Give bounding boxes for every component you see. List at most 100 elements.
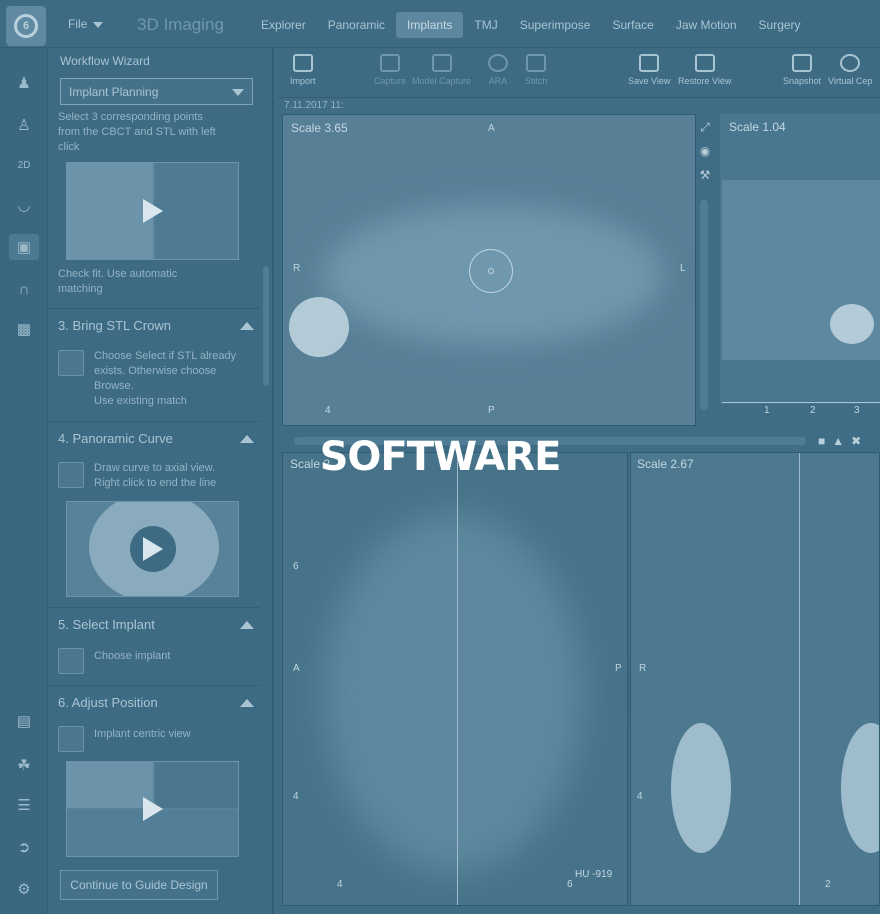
model-capture-icon [431,54,452,72]
axial-slice-scrollbar[interactable] [700,200,708,410]
wizard-scrollbar[interactable] [262,118,270,898]
ruler-label: 2 [810,405,816,416]
virtual-ceph-button[interactable]: Virtual Cep [828,54,872,86]
restore-view-button[interactable]: Restore View [678,54,731,86]
app-title: 3D Imaging [137,15,224,34]
scrollbar-thumb[interactable] [263,266,269,386]
person-icon[interactable]: ♙ [9,112,39,138]
orientation-right: R [293,263,301,274]
toolbar: Import Capture Model Capture ARA Stitch … [278,48,880,98]
logo-icon: 6 [14,14,38,38]
capture-button[interactable]: Capture [374,54,406,86]
stitch-icon [526,54,547,72]
instruction-line: Check fit. Use automatic [58,268,178,280]
chevron-up-icon [240,322,254,330]
depth-tick: 6 [293,561,299,572]
expand-icon[interactable]: ⤢ [698,120,712,134]
file-menu[interactable]: File [68,17,104,31]
icon-rail: ♟ ♙ 2D ◡ ▣ ∩ ▩ ▤ ☘ ☰ ➲ ⚙ [0,48,48,914]
wizard-title: Workflow Wizard [60,54,150,68]
select-stl-icon[interactable] [58,350,84,376]
video-thumbnail-position[interactable] [66,761,239,857]
hu-readout: HU -919 [575,869,613,880]
thumbnail-image [155,163,238,259]
stitch-button[interactable]: Stitch [525,54,548,86]
instruction-line: click [58,141,80,153]
axial-tick: 4 [325,405,331,416]
cross-section-right-viewport[interactable]: Scale 2.67 R 4 2 [630,452,880,906]
section-header-adjust-position[interactable]: 6. Adjust Position [48,685,260,719]
sagittal-ruler: 1 2 3 [722,402,880,424]
model-capture-button[interactable]: Model Capture [412,54,471,86]
snapshot-button[interactable]: Snapshot [783,54,821,86]
2d-icon[interactable]: 2D [9,152,39,178]
section-header-select-implant[interactable]: 5. Select Implant [48,607,260,641]
button-label: Model Capture [412,76,472,86]
video-thumbnail-curve[interactable] [66,501,239,597]
crosshair-center [488,268,494,274]
tooth-root-image [841,723,879,853]
save-view-button[interactable]: Save View [628,54,670,86]
stl-crown-instructions: Choose Select if STL already exists. Oth… [94,349,236,409]
thumbnail-image [155,762,238,808]
depth-tick: 6 [567,879,573,890]
top-bar: 6 File 3D Imaging Explorer Panoramic Imp… [0,0,880,48]
cross-section-left-viewport[interactable]: Scale 2. A P HU -919 6 4 4 6 [282,452,628,906]
chevron-down-icon [232,89,244,96]
tab-tmj[interactable]: TMJ [463,12,508,38]
section-header-stl-crown[interactable]: 3. Bring STL Crown [48,308,260,342]
instruction-line: from the CBCT and STL with left [58,126,216,138]
wrench-icon[interactable]: ⚒ [698,168,712,182]
import-icon [292,54,313,72]
overlay-title: SOFTWARE [319,434,562,480]
ara-button[interactable]: ARA [488,54,508,86]
orientation-left: L [680,263,686,274]
thumbnail-image [67,163,153,259]
button-label: Snapshot [783,76,822,86]
step2-instructions: Select 3 corresponding points from the C… [58,110,216,155]
user-list-icon[interactable]: ☰ [9,792,39,818]
workflow-select[interactable]: Implant Planning [60,78,253,105]
continue-to-guide-design-button[interactable]: Continue to Guide Design [60,870,218,900]
play-icon [142,537,163,561]
camera-icon[interactable]: ◉ [698,144,712,158]
tab-implants[interactable]: Implants [396,12,464,38]
import-button[interactable]: Import [290,54,316,86]
depth-tick: 4 [637,791,643,802]
tooth-image [830,304,874,344]
axial-scale: Scale 3.65 [291,121,348,135]
sagittal-viewport[interactable]: Scale 1.04 [720,114,880,404]
arch-icon[interactable]: ◡ [9,192,39,218]
cube-icon[interactable]: ▣ [9,234,39,260]
save-view-icon [639,54,660,72]
axial-viewport[interactable]: Scale 3.65 A R L P 4 [282,114,696,426]
button-label: Save View [628,76,671,86]
implant-icon[interactable] [58,648,84,674]
instruction-line: Browse. [94,380,134,392]
user-settings-icon[interactable]: ⚙ [9,876,39,902]
orientation-posterior: P [488,405,495,416]
app-logo[interactable]: 6 [6,6,46,46]
thumbnail-image [67,762,153,808]
ruler-label: 1 [764,405,770,416]
section-label: 6. Adjust Position [58,695,158,710]
tab-explorer[interactable]: Explorer [250,12,317,38]
tab-surgery[interactable]: Surgery [748,12,812,38]
chair-icon[interactable]: ☘ [9,752,39,778]
report-icon[interactable]: ▤ [9,708,39,734]
curve-icon[interactable]: ∩ [9,276,39,302]
centric-view-icon[interactable] [58,726,84,752]
patients-icon[interactable]: ♟ [9,70,39,96]
tab-jaw-motion[interactable]: Jaw Motion [665,12,748,38]
select-implant-instructions: Choose implant [94,649,170,664]
teeth-icon[interactable]: ▩ [9,316,39,342]
instruction-line: matching [58,283,103,295]
video-thumbnail-matching[interactable] [66,162,239,260]
login-icon[interactable]: ➲ [9,834,39,860]
tab-surface[interactable]: Surface [601,12,664,38]
step2-fit-instructions: Check fit. Use automatic matching [58,267,177,297]
tab-superimpose[interactable]: Superimpose [509,12,602,38]
section-label: 5. Select Implant [58,617,155,632]
tab-panoramic[interactable]: Panoramic [317,12,396,38]
capture-icon [380,54,401,72]
